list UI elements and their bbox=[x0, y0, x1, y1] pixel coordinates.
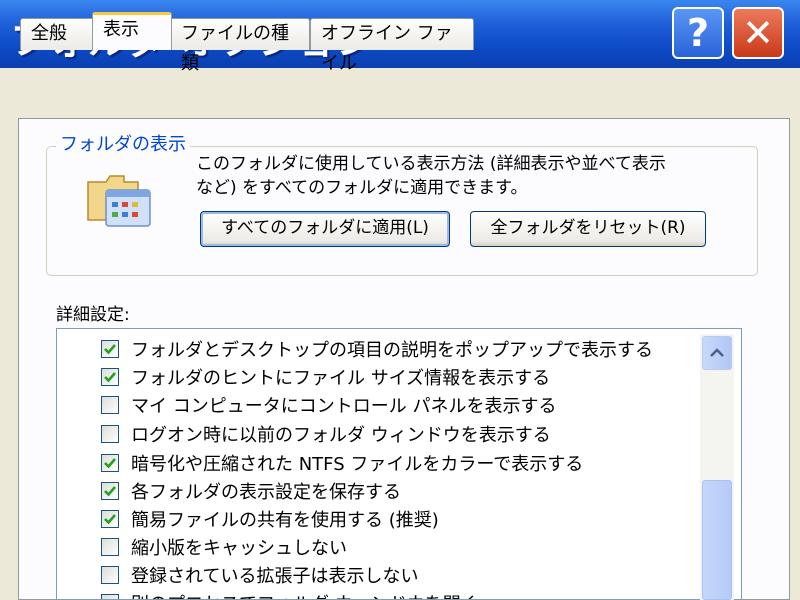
setting-label: 簡易ファイルの共有を使用する (推奨) bbox=[131, 510, 439, 531]
setting-checkbox[interactable] bbox=[101, 454, 119, 472]
setting-item[interactable]: フォルダとデスクトップの項目の説明をポップアップで表示する bbox=[101, 335, 653, 363]
scrollbar-thumb[interactable] bbox=[702, 480, 732, 600]
setting-label: ログオン時に以前のフォルダ ウィンドウを表示する bbox=[131, 425, 551, 446]
setting-item[interactable]: 各フォルダの表示設定を保存する bbox=[101, 477, 401, 505]
advanced-settings-list[interactable]: フォルダとデスクトップの項目の説明をポップアップで表示する フォルダのヒントにファ… bbox=[56, 328, 742, 600]
tab-general[interactable]: 全般 bbox=[20, 18, 94, 50]
setting-item[interactable]: 簡易ファイルの共有を使用する (推奨) bbox=[101, 505, 439, 533]
tab-view[interactable]: 表示 bbox=[92, 12, 172, 50]
setting-item[interactable]: 登録されている拡張子は表示しない bbox=[101, 561, 418, 589]
setting-item[interactable]: フォルダのヒントにファイル サイズ情報を表示する bbox=[101, 363, 550, 391]
setting-checkbox[interactable] bbox=[101, 510, 119, 528]
setting-checkbox[interactable] bbox=[101, 425, 119, 443]
setting-checkbox[interactable] bbox=[101, 566, 119, 584]
setting-label: 各フォルダの表示設定を保存する bbox=[131, 482, 401, 503]
advanced-settings-label: 詳細設定: bbox=[56, 305, 130, 325]
folder-views-icon bbox=[84, 170, 156, 236]
checkmark-icon bbox=[104, 458, 116, 469]
chevron-up-icon bbox=[710, 348, 724, 357]
setting-item[interactable]: 暗号化や圧縮された NTFS ファイルをカラーで表示する bbox=[101, 449, 583, 477]
setting-label: フォルダのヒントにファイル サイズ情報を表示する bbox=[131, 368, 551, 389]
setting-checkbox[interactable] bbox=[101, 340, 119, 358]
setting-checkbox[interactable] bbox=[101, 482, 119, 500]
checkmark-icon bbox=[104, 514, 116, 525]
setting-label: 別のプロセスでフォルダ ウィンドウを開く bbox=[131, 590, 479, 599]
scroll-up-button[interactable] bbox=[702, 336, 732, 370]
checkmark-icon bbox=[104, 344, 116, 355]
setting-label: 縮小版をキャッシュしない bbox=[131, 538, 347, 559]
help-button[interactable]: ? bbox=[672, 7, 724, 59]
reset-all-folders-button[interactable]: 全フォルダをリセット(R) bbox=[470, 211, 706, 247]
setting-checkbox[interactable] bbox=[101, 538, 119, 556]
setting-item[interactable]: マイ コンピュータにコントロール パネルを表示する bbox=[101, 391, 556, 419]
tab-offline-files[interactable]: オフライン ファイル bbox=[310, 18, 474, 74]
setting-label: 登録されている拡張子は表示しない bbox=[131, 566, 419, 587]
setting-label: 暗号化や圧縮された NTFS ファイルをカラーで表示する bbox=[131, 454, 584, 475]
description-line-1: このフォルダに使用している表示方法 (詳細表示や並べて表示 bbox=[196, 154, 666, 174]
setting-item[interactable]: 別のプロセスでフォルダ ウィンドウを開く bbox=[101, 589, 479, 599]
apply-to-all-folders-button[interactable]: すべてのフォルダに適用(L) bbox=[200, 211, 450, 247]
setting-checkbox[interactable] bbox=[101, 396, 119, 414]
setting-item[interactable]: ログオン時に以前のフォルダ ウィンドウを表示する bbox=[101, 420, 551, 448]
tab-file-types[interactable]: ファイルの種類 bbox=[170, 18, 310, 74]
description-line-2: など) をすべてのフォルダに適用できます。 bbox=[196, 178, 528, 198]
setting-label: マイ コンピュータにコントロール パネルを表示する bbox=[131, 396, 557, 417]
folder-view-description: このフォルダに使用している表示方法 (詳細表示や並べて表示 など) をすべてのフ… bbox=[196, 152, 756, 200]
setting-label: フォルダとデスクトップの項目の説明をポップアップで表示する bbox=[131, 340, 653, 361]
checkmark-icon bbox=[104, 486, 116, 497]
close-button[interactable]: ✕ bbox=[732, 7, 784, 59]
checkmark-icon bbox=[104, 372, 116, 383]
setting-checkbox[interactable] bbox=[101, 368, 119, 386]
folder-view-group-title: フォルダの表示 bbox=[56, 130, 190, 156]
setting-checkbox[interactable] bbox=[101, 594, 119, 599]
setting-item[interactable]: 縮小版をキャッシュしない bbox=[101, 533, 347, 561]
